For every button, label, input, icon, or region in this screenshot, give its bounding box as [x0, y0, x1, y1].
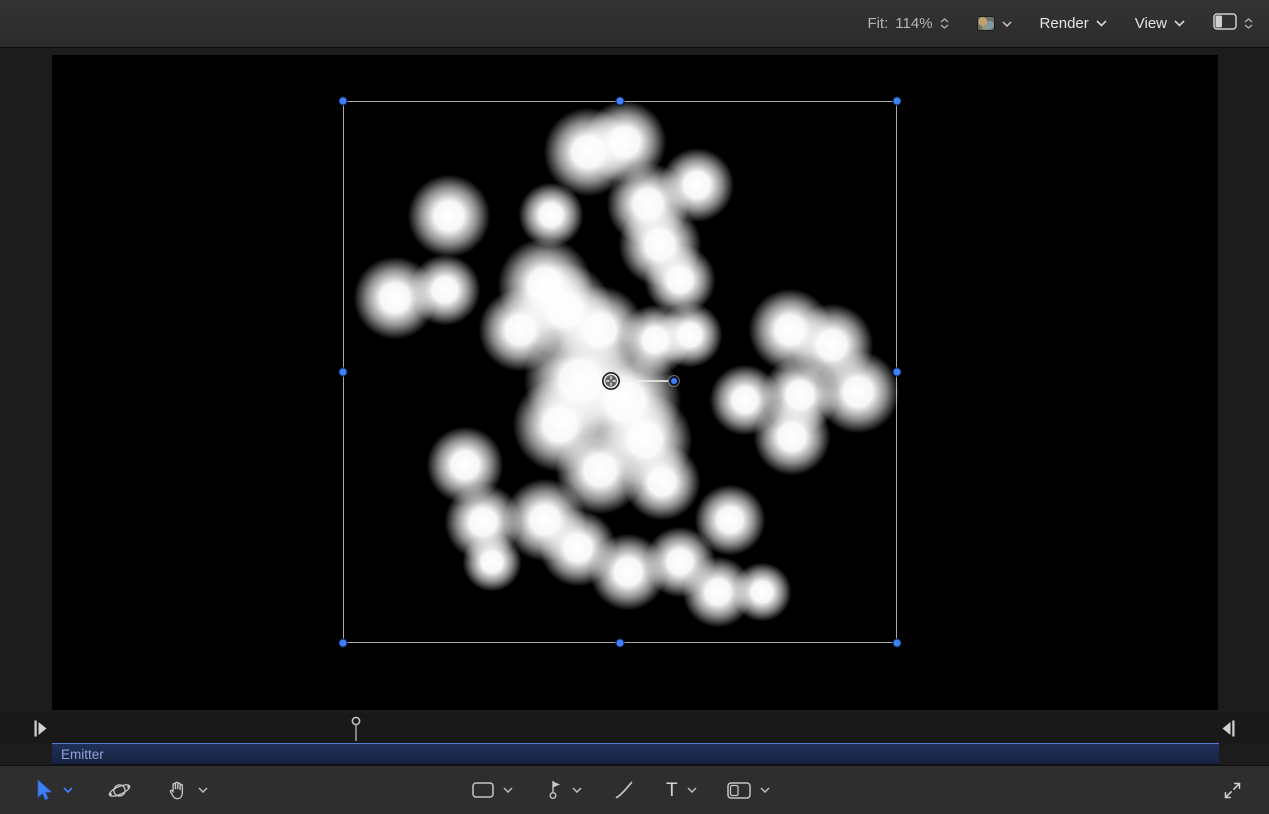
window-layout-control[interactable]: [1213, 13, 1253, 34]
window-layout-icon: [1213, 13, 1237, 34]
shape-tool-chevron-down-icon[interactable]: [503, 787, 513, 793]
emitter-control-point[interactable]: [669, 376, 679, 386]
pan-hand-tool[interactable]: [166, 779, 189, 802]
zoom-level-control[interactable]: Fit: 114%: [867, 15, 948, 32]
window-layout-stepper-icon[interactable]: [1244, 18, 1253, 29]
expand-canvas-icon[interactable]: [1222, 780, 1243, 801]
selection-handle[interactable]: [893, 368, 902, 377]
bezier-tool[interactable]: [543, 778, 563, 802]
render-menu-label: Render: [1040, 15, 1089, 32]
emitter-center-handle[interactable]: [602, 372, 620, 390]
mask-tool[interactable]: [727, 782, 751, 799]
emitter-control-line: [620, 380, 668, 382]
mask-tool-chevron-down-icon[interactable]: [760, 787, 770, 793]
selection-handle[interactable]: [339, 639, 348, 648]
channels-control[interactable]: [977, 16, 1012, 31]
timeline-out-marker-icon[interactable]: [1221, 720, 1235, 742]
rectangle-shape-tool[interactable]: [472, 782, 494, 798]
bezier-tool-chevron-down-icon[interactable]: [572, 787, 582, 793]
tools-center-group: T: [472, 766, 770, 814]
text-tool[interactable]: T: [666, 781, 678, 800]
render-menu[interactable]: Render: [1040, 15, 1107, 32]
motion-canvas-window: Fit: 114% Render View: [0, 0, 1269, 814]
selection-box: [343, 101, 897, 643]
select-tool-chevron-down-icon[interactable]: [63, 787, 73, 793]
selection-handle[interactable]: [893, 97, 902, 106]
view-menu[interactable]: View: [1135, 15, 1185, 32]
canvas[interactable]: [52, 55, 1218, 710]
viewport-area: [0, 48, 1269, 713]
zoom-stepper-icon[interactable]: [940, 18, 949, 29]
3d-transform-tool[interactable]: [107, 778, 132, 803]
paint-stroke-tool[interactable]: [612, 778, 636, 802]
select-transform-tool[interactable]: [34, 779, 54, 802]
text-tool-chevron-down-icon[interactable]: [687, 787, 697, 793]
playhead[interactable]: [350, 716, 362, 742]
pan-tool-chevron-down-icon[interactable]: [198, 787, 208, 793]
color-channels-icon: [977, 16, 995, 31]
mini-timeline[interactable]: [0, 713, 1269, 743]
selection-handle[interactable]: [616, 639, 625, 648]
chevron-down-icon: [1096, 20, 1107, 27]
view-menu-label: View: [1135, 15, 1167, 32]
chevron-down-icon: [1174, 20, 1185, 27]
timebar-label: Emitter: [61, 747, 104, 762]
tools-left-group: [34, 766, 208, 814]
selection-handle[interactable]: [616, 97, 625, 106]
timebar-emitter[interactable]: Emitter: [52, 743, 1219, 765]
zoom-value: 114%: [895, 15, 932, 32]
canvas-toolbar: Fit: 114% Render View: [0, 0, 1269, 48]
tools-toolbar: T: [0, 765, 1269, 814]
selection-handle[interactable]: [339, 368, 348, 377]
fit-label: Fit:: [867, 15, 888, 32]
selection-handle[interactable]: [339, 97, 348, 106]
tools-right-group: [1222, 766, 1243, 814]
timeline-in-marker-icon[interactable]: [34, 720, 48, 742]
chevron-down-icon: [1002, 21, 1012, 27]
selection-handle[interactable]: [893, 639, 902, 648]
